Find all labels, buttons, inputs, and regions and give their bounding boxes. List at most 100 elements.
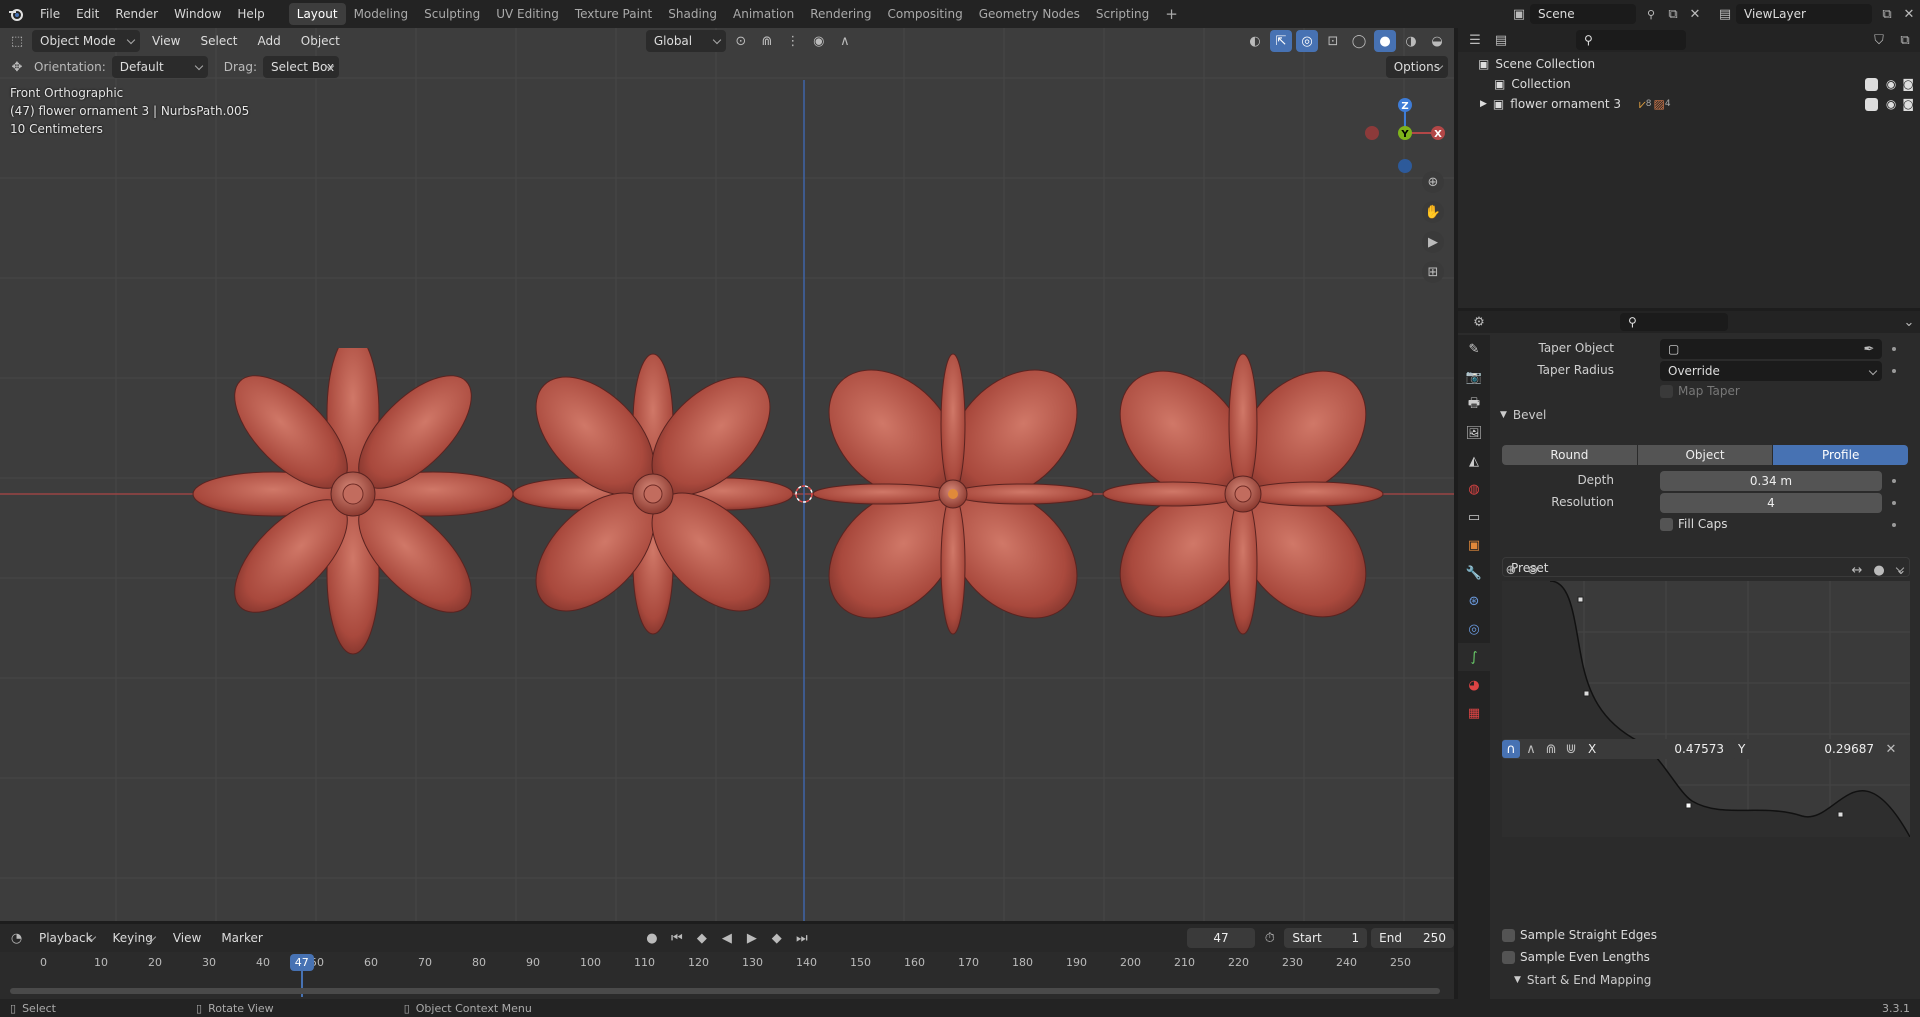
handle-vector-icon[interactable]: ∧	[1522, 740, 1540, 758]
taper-object-decorator[interactable]	[1892, 347, 1896, 351]
taper-object-field[interactable]: ▢	[1660, 339, 1882, 359]
depth-field[interactable]: 0.34 m	[1660, 471, 1882, 491]
material-tab-icon[interactable]: ◕	[1458, 671, 1490, 699]
map-taper-checkbox[interactable]	[1660, 385, 1673, 398]
timeline-menu-keying[interactable]: Keying	[105, 927, 161, 949]
timeline-menu-playback[interactable]: Playback	[31, 927, 101, 949]
world-tab-icon[interactable]: ◍	[1458, 475, 1490, 503]
options-button[interactable]: Options	[1385, 56, 1448, 78]
viewport-menu-add[interactable]: Add	[250, 30, 289, 52]
tool-tab-icon[interactable]: ✎	[1458, 335, 1490, 363]
expand-arrow-icon[interactable]: ▶	[1480, 99, 1487, 109]
tab-rendering[interactable]: Rendering	[802, 3, 879, 25]
properties-editor-icon[interactable]: ⚙	[1468, 311, 1490, 333]
pan-icon[interactable]: ✋	[1422, 201, 1444, 223]
resolution-field[interactable]: 4	[1660, 493, 1882, 513]
physics-tab-icon[interactable]: ◎	[1458, 615, 1490, 643]
handle-aligned-icon[interactable]: ⋓	[1562, 740, 1580, 758]
camera-icon[interactable]: ▶	[1422, 231, 1444, 253]
timeline-scrollbar[interactable]	[10, 988, 1440, 994]
transform-tool-icon[interactable]: ✥	[6, 56, 28, 78]
scene-icon[interactable]: ▣	[1508, 3, 1530, 25]
gizmo-toggle-icon[interactable]: ⇱	[1270, 30, 1292, 52]
texture-tab-icon[interactable]: ▦	[1458, 699, 1490, 727]
close-view-layer-icon[interactable]: ✕	[1898, 3, 1920, 25]
drag-selector[interactable]: Select Box	[262, 56, 339, 78]
new-scene-icon[interactable]: ⧉	[1662, 3, 1684, 25]
3d-cursor-icon[interactable]	[794, 484, 814, 504]
reverse-path-icon[interactable]: ↔	[1848, 559, 1866, 581]
scene-tab-icon[interactable]: ◭	[1458, 447, 1490, 475]
3d-viewport[interactable]: ⬚ Object Mode View Select Add Object Glo…	[0, 28, 1454, 921]
handle-auto-icon[interactable]: ∩	[1502, 740, 1520, 758]
properties-options-icon[interactable]: ⌄	[1898, 311, 1920, 333]
timeline[interactable]: ◔ Playback Keying View Marker ● ⏮ ◆ ◀ ▶ …	[0, 924, 1454, 999]
modifier-tab-icon[interactable]: 🔧	[1458, 559, 1490, 587]
play-reverse-icon[interactable]: ◀	[716, 927, 737, 949]
zoom-icon[interactable]: ⊕	[1422, 171, 1444, 193]
curve-data-tab-icon[interactable]: ∫	[1458, 643, 1490, 671]
point-x-field[interactable]: X 0.47573	[1582, 739, 1730, 759]
snap-icon[interactable]: ⋒	[756, 30, 778, 52]
transform-orientation-selector[interactable]: Global	[645, 30, 726, 52]
taper-radius-decorator[interactable]	[1892, 369, 1896, 373]
tab-layout[interactable]: Layout	[288, 3, 346, 25]
collection-tab-icon[interactable]: ▭	[1458, 503, 1490, 531]
eyedropper-icon[interactable]: ✒	[1858, 338, 1880, 360]
object-exclude-checkbox[interactable]	[1864, 97, 1878, 111]
scene-selector[interactable]: Scene	[1530, 4, 1636, 24]
shading-wireframe-icon[interactable]: ◯	[1348, 30, 1370, 52]
display-mode-icon[interactable]: ▤	[1490, 29, 1512, 51]
snap-target-icon[interactable]: ⋮	[782, 30, 804, 52]
xray-icon[interactable]: ⊡	[1322, 30, 1344, 52]
bevel-mode-round[interactable]: Round	[1502, 445, 1637, 465]
next-keyframe-icon[interactable]: ◆	[766, 927, 787, 949]
shading-rendered-icon[interactable]: ◒	[1426, 30, 1448, 52]
depth-decorator[interactable]	[1892, 479, 1896, 483]
viewport-menu-view[interactable]: View	[144, 30, 188, 52]
handle-auto-clamped-icon[interactable]: ⋒	[1542, 740, 1560, 758]
zoom-out-icon[interactable]: ⊖	[1524, 559, 1542, 581]
tab-scripting[interactable]: Scripting	[1088, 3, 1157, 25]
clip-icon[interactable]: ●	[1870, 559, 1888, 581]
blender-logo-icon[interactable]	[0, 3, 32, 25]
outliner-search-input[interactable]: ⚲	[1576, 30, 1686, 50]
tab-sculpting[interactable]: Sculpting	[416, 3, 488, 25]
menu-help[interactable]: Help	[229, 0, 272, 28]
point-y-field[interactable]: Y 0.29687	[1732, 739, 1880, 759]
viewport-menu-object[interactable]: Object	[293, 30, 348, 52]
object-eye-icon[interactable]: ◉	[1886, 97, 1896, 111]
tab-modeling[interactable]: Modeling	[346, 3, 417, 25]
collection-exclude-checkbox[interactable]	[1864, 77, 1878, 91]
mode-selector[interactable]: Object Mode	[32, 30, 140, 52]
filter-icon[interactable]: ⛉	[1868, 29, 1890, 51]
new-view-layer-icon[interactable]: ⧉	[1876, 3, 1898, 25]
outliner[interactable]: ☰ ▤ ⚲ ⛉ ⧉ ▣ Scene Collection ▣ Collectio…	[1458, 28, 1920, 308]
tab-animation[interactable]: Animation	[725, 3, 802, 25]
start-end-mapping-header[interactable]: ▼ Start & End Mapping	[1514, 973, 1651, 987]
menu-file[interactable]: File	[32, 0, 68, 28]
menu-window[interactable]: Window	[166, 0, 229, 28]
pin-icon[interactable]: ⚲	[1640, 3, 1662, 25]
viewport-menu-select[interactable]: Select	[192, 30, 245, 52]
close-scene-icon[interactable]: ✕	[1684, 3, 1706, 25]
bevel-mode-profile[interactable]: Profile	[1773, 445, 1909, 465]
view-layer-selector[interactable]: ViewLayer	[1736, 4, 1872, 24]
shading-material-icon[interactable]: ◑	[1400, 30, 1422, 52]
object-camera-icon[interactable]: ◙	[1902, 97, 1914, 111]
menu-render[interactable]: Render	[107, 0, 166, 28]
properties-editor[interactable]: ⚙ ⚲ ⌄ ✎ 📷 🖶 🖼 ◭ ◍ ▭ ▣ 🔧 ⊛ ◎ ∫ ◕ ▦ Taper …	[1458, 311, 1920, 999]
orientation-selector[interactable]: Default	[111, 56, 208, 78]
pivot-icon[interactable]: ⊙	[730, 30, 752, 52]
tab-geometry-nodes[interactable]: Geometry Nodes	[971, 3, 1088, 25]
new-collection-icon[interactable]: ⧉	[1894, 29, 1916, 51]
timeline-editor-icon[interactable]: ◔	[6, 927, 27, 949]
timeline-menu-marker[interactable]: Marker	[213, 927, 270, 949]
frame-ruler[interactable]: 0 10 20 30 40 50 60 70 80 90 100 110 120 130 140 150 160…	[0, 952, 1454, 999]
jump-start-icon[interactable]: ⏮	[666, 927, 687, 949]
collection-camera-icon[interactable]: ◙	[1902, 77, 1914, 91]
playhead-frame[interactable]: 47	[289, 954, 314, 971]
add-workspace-button[interactable]: +	[1157, 3, 1186, 25]
view-layer-icon[interactable]: ▤	[1714, 3, 1736, 25]
tab-compositing[interactable]: Compositing	[879, 3, 970, 25]
